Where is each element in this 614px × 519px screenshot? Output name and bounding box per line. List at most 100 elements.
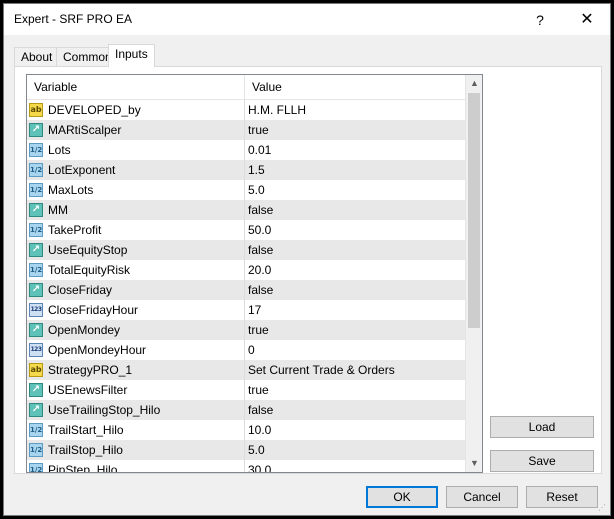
table-row[interactable]: ↗ MM false [27, 200, 465, 220]
value-cell[interactable]: 50.0 [245, 220, 465, 240]
type-double-icon: 1/2 [29, 183, 43, 197]
title-bar: Expert - SRF PRO EA ? ✕ [4, 4, 610, 35]
table-row[interactable]: 123 OpenMondeyHour 0 [27, 340, 465, 360]
variable-name: PipStep_Hilo [48, 463, 118, 473]
close-icon[interactable]: ✕ [572, 7, 602, 33]
table-row[interactable]: ↗ UseEquityStop false [27, 240, 465, 260]
table-row[interactable]: ↗ CloseFriday false [27, 280, 465, 300]
variable-cell[interactable]: ↗ MM [27, 200, 245, 220]
table-row[interactable]: 1/2 TrailStop_Hilo 5.0 [27, 440, 465, 460]
type-double-icon: 1/2 [29, 463, 43, 472]
variable-cell[interactable]: ↗ MARtiScalper [27, 120, 245, 140]
variable-name: UseEquityStop [48, 243, 128, 257]
value-cell[interactable]: 10.0 [245, 420, 465, 440]
variable-cell[interactable]: 1/2 MaxLots [27, 180, 245, 200]
variable-name: StrategyPRO_1 [48, 363, 133, 377]
variable-cell[interactable]: ab DEVELOPED_by [27, 100, 245, 120]
table-row[interactable]: ab DEVELOPED_by H.M. FLLH [27, 100, 465, 120]
type-string-icon: ab [29, 103, 43, 117]
variable-name: TakeProfit [48, 223, 102, 237]
table-row[interactable]: 1/2 MaxLots 5.0 [27, 180, 465, 200]
variable-name: Lots [48, 143, 71, 157]
type-string-icon: ab [29, 363, 43, 377]
value-cell[interactable]: true [245, 120, 465, 140]
value-cell[interactable]: true [245, 380, 465, 400]
variable-cell[interactable]: 1/2 TrailStop_Hilo [27, 440, 245, 460]
type-double-icon: 1/2 [29, 423, 43, 437]
cancel-button[interactable]: Cancel [446, 486, 518, 508]
table-row[interactable]: ↗ OpenMondey true [27, 320, 465, 340]
variable-name: MaxLots [48, 183, 94, 197]
scroll-thumb[interactable] [468, 93, 480, 328]
expert-dialog: Expert - SRF PRO EA ? ✕ About Common Inp… [3, 3, 611, 516]
variable-name: OpenMondey [48, 323, 121, 337]
variable-cell[interactable]: 1/2 TrailStart_Hilo [27, 420, 245, 440]
variable-cell[interactable]: ↗ UseEquityStop [27, 240, 245, 260]
table-row[interactable]: 123 CloseFridayHour 17 [27, 300, 465, 320]
value-cell[interactable]: false [245, 400, 465, 420]
ok-button[interactable]: OK [366, 486, 438, 508]
type-double-icon: 1/2 [29, 443, 43, 457]
value-cell[interactable]: 5.0 [245, 440, 465, 460]
variable-cell[interactable]: 1/2 Lots [27, 140, 245, 160]
value-cell[interactable]: true [245, 320, 465, 340]
tab-about[interactable]: About [14, 47, 60, 67]
type-int-icon: 123 [29, 343, 43, 357]
value-cell[interactable]: false [245, 240, 465, 260]
variable-name: TrailStart_Hilo [48, 423, 124, 437]
table-row[interactable]: ab StrategyPRO_1 Set Current Trade & Order… [27, 360, 465, 380]
type-double-icon: 1/2 [29, 163, 43, 177]
value-cell[interactable]: 0.01 [245, 140, 465, 160]
variable-cell[interactable]: ↗ CloseFriday [27, 280, 245, 300]
variable-cell[interactable]: 1/2 PipStep_Hilo [27, 460, 245, 473]
type-double-icon: 1/2 [29, 143, 43, 157]
variable-cell[interactable]: 1/2 TotalEquityRisk [27, 260, 245, 280]
value-cell[interactable]: 1.5 [245, 160, 465, 180]
save-button[interactable]: Save [490, 450, 594, 472]
value-cell[interactable]: 20.0 [245, 260, 465, 280]
table-row[interactable]: 1/2 TakeProfit 50.0 [27, 220, 465, 240]
value-cell[interactable]: 0 [245, 340, 465, 360]
value-cell[interactable]: H.M. FLLH [245, 100, 465, 120]
variable-cell[interactable]: ↗ OpenMondey [27, 320, 245, 340]
type-bool-icon: ↗ [29, 383, 43, 397]
variable-name: UseTrailingStop_Hilo [48, 403, 161, 417]
value-cell[interactable]: false [245, 200, 465, 220]
value-cell[interactable]: 5.0 [245, 180, 465, 200]
type-double-icon: 1/2 [29, 263, 43, 277]
value-cell[interactable]: 17 [245, 300, 465, 320]
variable-cell[interactable]: ↗ UseTrailingStop_Hilo [27, 400, 245, 420]
value-cell[interactable]: false [245, 280, 465, 300]
variable-cell[interactable]: ab StrategyPRO_1 [27, 360, 245, 380]
variable-cell[interactable]: 123 OpenMondeyHour [27, 340, 245, 360]
variable-cell[interactable]: 1/2 TakeProfit [27, 220, 245, 240]
inputs-panel: Variable Value ab DEVELOPED_by H.M. FLLH ↗ M… [14, 66, 602, 474]
table-row[interactable]: 1/2 PipStep_Hilo 30.0 [27, 460, 465, 473]
tab-inputs[interactable]: Inputs [108, 44, 155, 67]
help-button[interactable]: ? [525, 7, 555, 33]
scroll-up-icon[interactable]: ▲ [466, 75, 482, 92]
table-row[interactable]: ↗ MARtiScalper true [27, 120, 465, 140]
variable-cell[interactable]: 1/2 LotExponent [27, 160, 245, 180]
table-row[interactable]: 1/2 LotExponent 1.5 [27, 160, 465, 180]
window-title: Expert - SRF PRO EA [14, 12, 133, 26]
reset-button[interactable]: Reset [526, 486, 598, 508]
resize-grip-icon[interactable]: ⋰ [598, 503, 608, 513]
variable-cell[interactable]: ↗ USEnewsFilter [27, 380, 245, 400]
table-row[interactable]: ↗ UseTrailingStop_Hilo false [27, 400, 465, 420]
scroll-down-icon[interactable]: ▼ [466, 455, 482, 472]
variable-name: LotExponent [48, 163, 116, 177]
variable-name: CloseFriday [48, 283, 113, 297]
type-bool-icon: ↗ [29, 123, 43, 137]
table-row[interactable]: 1/2 Lots 0.01 [27, 140, 465, 160]
variable-cell[interactable]: 123 CloseFridayHour [27, 300, 245, 320]
table-row[interactable]: 1/2 TotalEquityRisk 20.0 [27, 260, 465, 280]
table-row[interactable]: ↗ USEnewsFilter true [27, 380, 465, 400]
load-button[interactable]: Load [490, 416, 594, 438]
column-header-variable[interactable]: Variable [27, 75, 245, 100]
table-row[interactable]: 1/2 TrailStart_Hilo 10.0 [27, 420, 465, 440]
value-cell[interactable]: Set Current Trade & Orders [245, 360, 465, 380]
vertical-scrollbar[interactable]: ▲ ▼ [465, 75, 482, 472]
column-header-value[interactable]: Value [245, 75, 465, 100]
value-cell[interactable]: 30.0 [245, 460, 465, 472]
